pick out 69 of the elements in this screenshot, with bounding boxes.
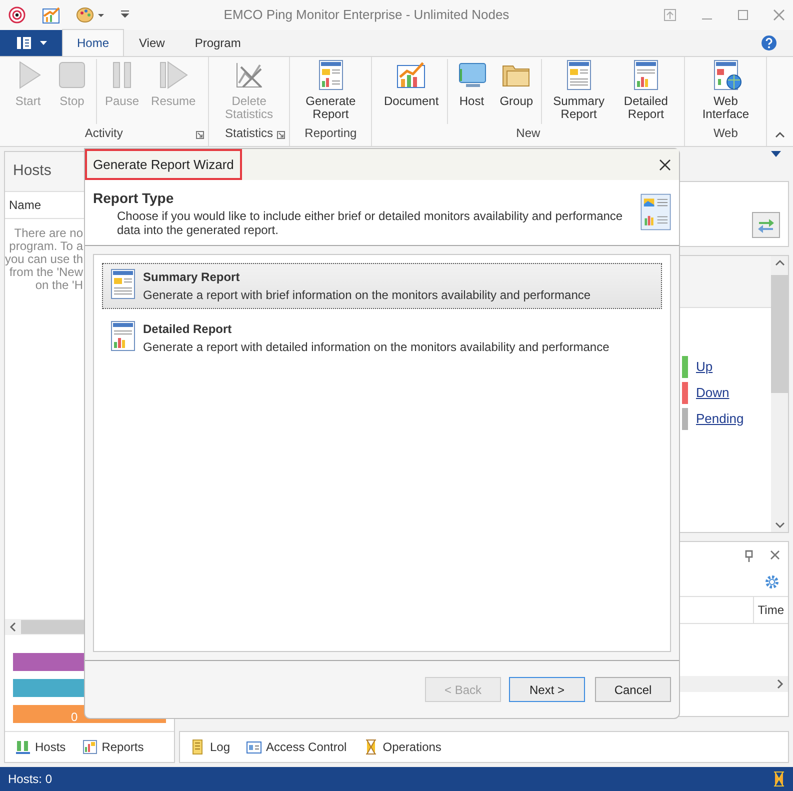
- resume-icon: [157, 58, 190, 91]
- column-header: Name: [9, 198, 42, 212]
- count-label: 0: [71, 712, 78, 724]
- launcher-icon[interactable]: [196, 131, 204, 140]
- group-label: Activity: [84, 125, 123, 142]
- group-label: Statistics: [225, 125, 274, 142]
- pane-title: Hosts: [13, 162, 52, 180]
- pane-tab[interactable]: Access Control: [240, 736, 353, 758]
- settings-icon[interactable]: [764, 574, 780, 590]
- ribbon-button[interactable]: Detailed Report: [616, 58, 676, 124]
- launcher-icon[interactable]: [277, 131, 286, 140]
- pane-tab[interactable]: Log: [184, 736, 236, 758]
- report-option[interactable]: Summary Report Generate a report with brief information on the monitors availability and performance: [102, 263, 662, 309]
- pane-tab[interactable]: Operations: [356, 736, 448, 758]
- palette-icon[interactable]: [76, 6, 104, 24]
- target-icon[interactable]: [8, 6, 26, 24]
- pane-tab[interactable]: Reports: [76, 736, 150, 758]
- swap-button[interactable]: [752, 212, 780, 238]
- collapse-icon[interactable]: [775, 132, 785, 138]
- file-menu-button[interactable]: [0, 30, 62, 56]
- dialog-description: Choose if you would like to include either brief or detailed monitors availability and performance data into the generated report.: [116, 209, 624, 237]
- option-description: Generate a report with brief information on the monitors availability and performance: [143, 287, 591, 304]
- option-title: Summary Report: [143, 269, 241, 286]
- hourglass-icon: [773, 771, 785, 788]
- hosts-icon: [15, 739, 31, 756]
- empty-message: program. To a: [9, 240, 83, 253]
- option-description: Generate a report with detailed information on the monitors availability and performance: [143, 339, 610, 356]
- report-icon: [82, 739, 98, 756]
- empty-message: There are no: [14, 226, 83, 240]
- ribbon-tab[interactable]: Program: [180, 28, 256, 56]
- group-label: Reporting: [304, 125, 357, 142]
- ribbon-tab[interactable]: View: [124, 28, 180, 56]
- report-option[interactable]: Detailed Report Generate a report with detailed information on the monitors availability and performance: [102, 315, 662, 361]
- close-icon[interactable]: [659, 158, 671, 170]
- chart-icon[interactable]: [42, 6, 60, 24]
- ribbon-button[interactable]: Generate Report: [298, 58, 363, 124]
- vertical-scrollbar[interactable]: [771, 256, 788, 532]
- group-label: New: [516, 125, 540, 142]
- empty-message: on the 'H: [35, 278, 83, 292]
- status-link[interactable]: Down: [696, 382, 730, 402]
- status-link[interactable]: Pending: [696, 408, 744, 428]
- dialog-heading: Report Type: [93, 189, 175, 208]
- column-header: Time: [752, 596, 788, 623]
- wizard-button[interactable]: Cancel: [595, 677, 671, 702]
- status-link[interactable]: Up: [696, 356, 713, 376]
- caret-icon: [40, 40, 46, 45]
- empty-message: from the 'New: [9, 266, 83, 279]
- ribbon-tab[interactable]: Home: [62, 28, 124, 56]
- book-icon: [16, 36, 32, 50]
- ribbon-button[interactable]: Summary Report: [546, 58, 612, 124]
- swap-arrows-icon: [757, 216, 775, 233]
- option-title: Detailed Report: [143, 321, 233, 338]
- group-label: Web: [713, 125, 738, 142]
- ribbon-button[interactable]: Group: [496, 58, 538, 124]
- card-icon: [246, 739, 262, 756]
- status-text: Hosts: 0: [8, 771, 52, 788]
- pin-icon[interactable]: [744, 550, 754, 562]
- pane-tab[interactable]: Hosts: [9, 736, 72, 758]
- window-title: EMCO Ping Monitor Enterprise - Unlimited Nodes: [222, 6, 510, 24]
- dialog-title: Generate Report Wizard: [85, 148, 242, 180]
- maximize-icon[interactable]: [737, 8, 749, 21]
- ribbon-button[interactable]: Web Interface: [693, 58, 758, 124]
- dropdown-icon[interactable]: [771, 151, 781, 158]
- caret-icon[interactable]: [120, 10, 130, 20]
- help-icon[interactable]: [761, 34, 777, 51]
- wizard-button[interactable]: Next >: [509, 677, 585, 702]
- ribbon-button[interactable]: Host: [452, 58, 492, 124]
- empty-message: you can use th: [4, 252, 83, 266]
- ribbon-button[interactable]: Document: [380, 58, 443, 124]
